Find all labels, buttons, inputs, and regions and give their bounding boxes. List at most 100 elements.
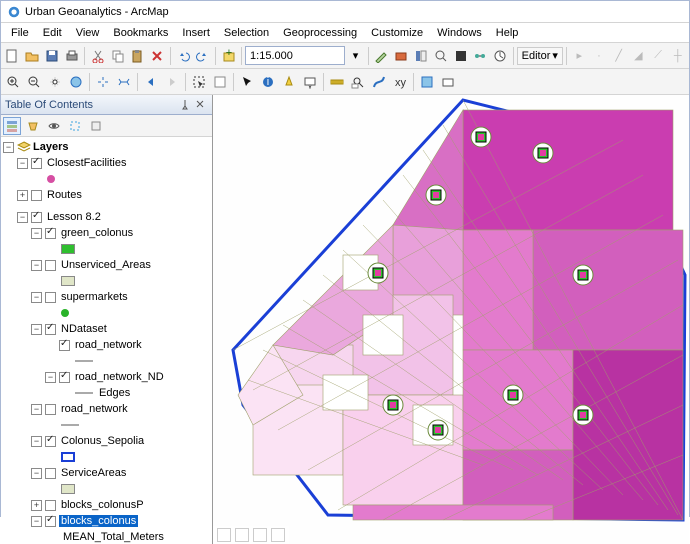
collapse-icon[interactable]: − [31, 228, 42, 239]
data-view-button[interactable] [217, 528, 231, 542]
layer-bcp[interactable]: blocks_colonusP [59, 499, 146, 511]
na-button[interactable] [417, 72, 437, 92]
hyperlink-button[interactable] [279, 72, 299, 92]
menu-bookmarks[interactable]: Bookmarks [107, 25, 174, 41]
layer-ua[interactable]: Unserviced_Areas [59, 259, 153, 271]
collapse-icon[interactable]: − [31, 436, 42, 447]
list-by-source-icon[interactable] [24, 117, 42, 135]
identify-button[interactable]: i [258, 72, 278, 92]
toolbox-button[interactable] [392, 46, 411, 66]
toc-close-icon[interactable] [194, 98, 208, 112]
menu-insert[interactable]: Insert [176, 25, 216, 41]
find-button[interactable] [348, 72, 368, 92]
menu-edit[interactable]: Edit [37, 25, 68, 41]
zoom-out-button[interactable] [24, 72, 44, 92]
collapse-icon[interactable]: − [31, 468, 42, 479]
list-by-drawing-order-icon[interactable] [3, 117, 21, 135]
list-by-visibility-icon[interactable] [45, 117, 63, 135]
layer-checkbox[interactable] [31, 158, 42, 169]
layer-sa[interactable]: ServiceAreas [59, 467, 128, 479]
layer-gc[interactable]: green_colonus [59, 227, 135, 239]
layer-rn2[interactable]: road_network [59, 403, 130, 415]
scale-input[interactable] [245, 46, 345, 65]
html-popup-button[interactable] [300, 72, 320, 92]
collapse-icon[interactable]: − [31, 324, 42, 335]
collapse-icon[interactable]: − [31, 260, 42, 271]
pan-button[interactable] [45, 72, 65, 92]
layer-checkbox[interactable] [45, 436, 56, 447]
collapse-icon[interactable]: − [31, 292, 42, 303]
measure-button[interactable] [327, 72, 347, 92]
layer-checkbox[interactable] [31, 190, 42, 201]
editor-toolbar-button[interactable] [372, 46, 391, 66]
expand-icon[interactable]: + [31, 500, 42, 511]
menu-customize[interactable]: Customize [365, 25, 429, 41]
fixed-zoom-in-button[interactable] [93, 72, 113, 92]
layer-routes[interactable]: Routes [45, 189, 84, 201]
layer-cs[interactable]: Colonus_Sepolia [59, 435, 146, 447]
layer-checkbox[interactable] [45, 324, 56, 335]
save-button[interactable] [43, 46, 62, 66]
collapse-icon[interactable]: − [45, 372, 56, 383]
menu-view[interactable]: View [70, 25, 106, 41]
menu-selection[interactable]: Selection [218, 25, 275, 41]
modelbuilder-button[interactable] [471, 46, 490, 66]
print-button[interactable] [63, 46, 82, 66]
editor-menu[interactable]: Editor▾ [517, 47, 563, 65]
delete-button[interactable] [148, 46, 167, 66]
layer-rn[interactable]: road_network [73, 339, 144, 351]
paste-button[interactable] [128, 46, 147, 66]
find-route-button[interactable] [369, 72, 389, 92]
redo-button[interactable] [193, 46, 212, 66]
collapse-icon[interactable]: − [17, 158, 28, 169]
scale-dropdown[interactable]: ▾ [346, 46, 365, 66]
root-label[interactable]: Layers [31, 141, 70, 153]
pause-button[interactable] [271, 528, 285, 542]
clear-selection-button[interactable] [210, 72, 230, 92]
map-view[interactable] [213, 95, 689, 544]
new-button[interactable] [3, 46, 22, 66]
viewer-button[interactable] [438, 72, 458, 92]
add-data-button[interactable]: + [219, 46, 238, 66]
layer-checkbox[interactable] [31, 212, 42, 223]
layer-lesson[interactable]: Lesson 8.2 [45, 211, 103, 223]
time-slider-button[interactable] [491, 46, 510, 66]
undo-button[interactable] [174, 46, 193, 66]
refresh-button[interactable] [253, 528, 267, 542]
search-button[interactable] [431, 46, 450, 66]
full-extent-button[interactable] [66, 72, 86, 92]
list-by-selection-icon[interactable] [66, 117, 84, 135]
expand-icon[interactable]: + [17, 190, 28, 201]
collapse-icon[interactable]: − [31, 516, 42, 527]
goto-xy-button[interactable]: xy [390, 72, 410, 92]
layer-checkbox[interactable] [45, 516, 56, 527]
layer-sm[interactable]: supermarkets [59, 291, 130, 303]
fixed-zoom-out-button[interactable] [114, 72, 134, 92]
layer-checkbox[interactable] [59, 372, 70, 383]
cut-button[interactable] [88, 46, 107, 66]
layout-view-button[interactable] [235, 528, 249, 542]
layer-cf[interactable]: ClosestFacilities [45, 157, 128, 169]
open-button[interactable] [23, 46, 42, 66]
layer-checkbox[interactable] [45, 228, 56, 239]
collapse-icon[interactable]: − [31, 404, 42, 415]
layer-rnnd[interactable]: road_network_ND [73, 371, 166, 383]
layer-tree[interactable]: −Layers −ClosestFacilities +Routes −Less… [1, 137, 212, 544]
options-icon[interactable] [87, 117, 105, 135]
layer-checkbox[interactable] [45, 468, 56, 479]
back-button[interactable] [141, 72, 161, 92]
layer-checkbox[interactable] [45, 260, 56, 271]
python-button[interactable] [451, 46, 470, 66]
select-elements-button[interactable] [237, 72, 257, 92]
zoom-in-button[interactable] [3, 72, 23, 92]
layer-checkbox[interactable] [45, 292, 56, 303]
layer-checkbox[interactable] [45, 404, 56, 415]
menu-windows[interactable]: Windows [431, 25, 488, 41]
forward-button[interactable] [162, 72, 182, 92]
copy-button[interactable] [108, 46, 127, 66]
menu-help[interactable]: Help [490, 25, 525, 41]
collapse-icon[interactable]: − [3, 142, 14, 153]
toc-pin-icon[interactable] [179, 98, 193, 112]
menu-geoprocessing[interactable]: Geoprocessing [277, 25, 363, 41]
collapse-icon[interactable]: − [17, 212, 28, 223]
